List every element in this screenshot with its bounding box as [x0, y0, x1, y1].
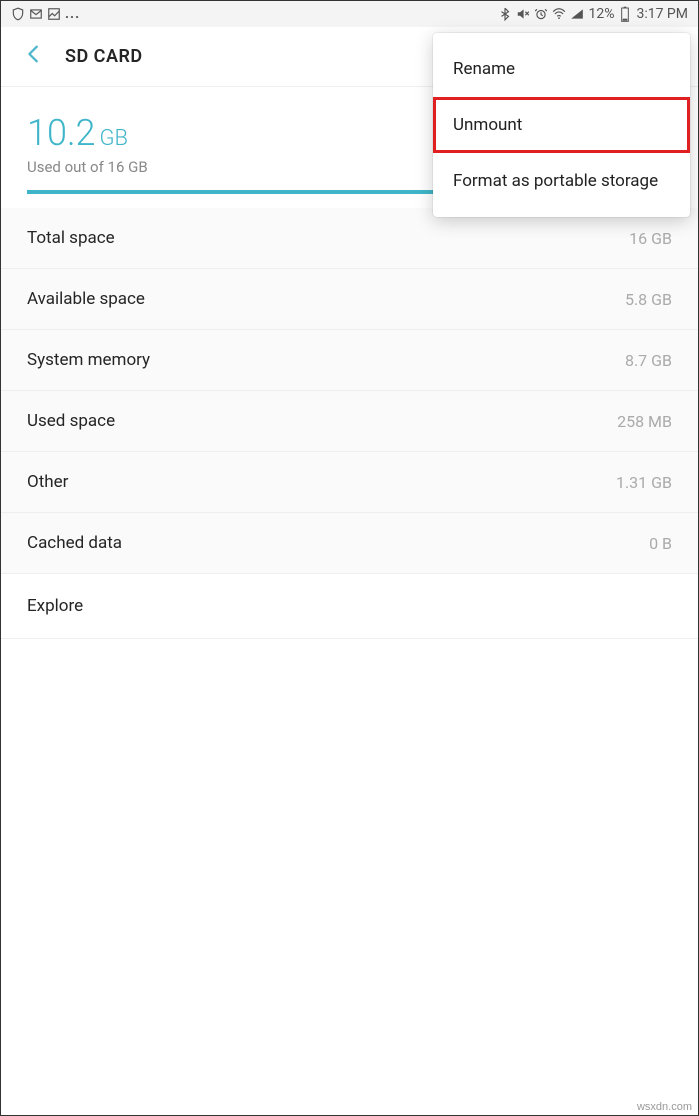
used-value: 10.2 [27, 112, 96, 154]
menu-item-label: Format as portable storage [453, 171, 658, 191]
row-value: 16 GB [629, 229, 672, 248]
menu-item-format[interactable]: Format as portable storage [433, 153, 690, 209]
bluetooth-icon [498, 7, 512, 21]
row-cached-data[interactable]: Cached data 0 B [1, 513, 698, 574]
storage-stats-list: Total space 16 GB Available space 5.8 GB… [1, 208, 698, 574]
explore-label: Explore [27, 596, 83, 616]
explore-button[interactable]: Explore [1, 574, 698, 639]
explore-section: Explore [1, 574, 698, 639]
used-unit: GB [100, 126, 129, 151]
status-left: ... [11, 6, 80, 22]
battery-percent: 12% [588, 6, 614, 22]
status-right: 12% 3:17 PM [498, 6, 688, 22]
row-value: 0 B [649, 534, 672, 553]
row-system-memory: System memory 8.7 GB [1, 330, 698, 391]
status-bar: ... 12% 3:17 PM [1, 1, 698, 27]
menu-item-rename[interactable]: Rename [433, 41, 690, 97]
row-value: 1.31 GB [616, 473, 672, 492]
menu-item-unmount[interactable]: Unmount [433, 97, 690, 153]
battery-icon [618, 7, 632, 21]
row-used-space[interactable]: Used space 258 MB [1, 391, 698, 452]
row-label: Cached data [27, 533, 122, 553]
row-label: Other [27, 472, 68, 492]
mail-icon [29, 7, 43, 21]
overflow-menu: Rename Unmount Format as portable storag… [433, 33, 690, 217]
wifi-icon [552, 7, 566, 21]
alarm-icon [534, 7, 548, 21]
page-title: SD CARD [65, 46, 143, 67]
watermark: wsxdn.com [637, 1101, 692, 1113]
shield-icon [11, 7, 25, 21]
row-available-space: Available space 5.8 GB [1, 269, 698, 330]
row-total-space: Total space 16 GB [1, 208, 698, 269]
row-label: Total space [27, 228, 115, 248]
mute-icon [516, 7, 530, 21]
row-label: System memory [27, 350, 150, 370]
row-other[interactable]: Other 1.31 GB [1, 452, 698, 513]
status-ellipsis: ... [65, 6, 80, 22]
back-button[interactable] [13, 42, 65, 72]
menu-item-label: Unmount [453, 115, 522, 135]
status-time: 3:17 PM [636, 6, 688, 22]
menu-item-label: Rename [453, 59, 515, 79]
row-label: Used space [27, 411, 115, 431]
picture-icon [47, 7, 61, 21]
row-value: 258 MB [617, 412, 672, 431]
signal-icon [570, 7, 584, 21]
row-value: 8.7 GB [625, 351, 672, 370]
row-value: 5.8 GB [625, 290, 672, 309]
row-label: Available space [27, 289, 145, 309]
